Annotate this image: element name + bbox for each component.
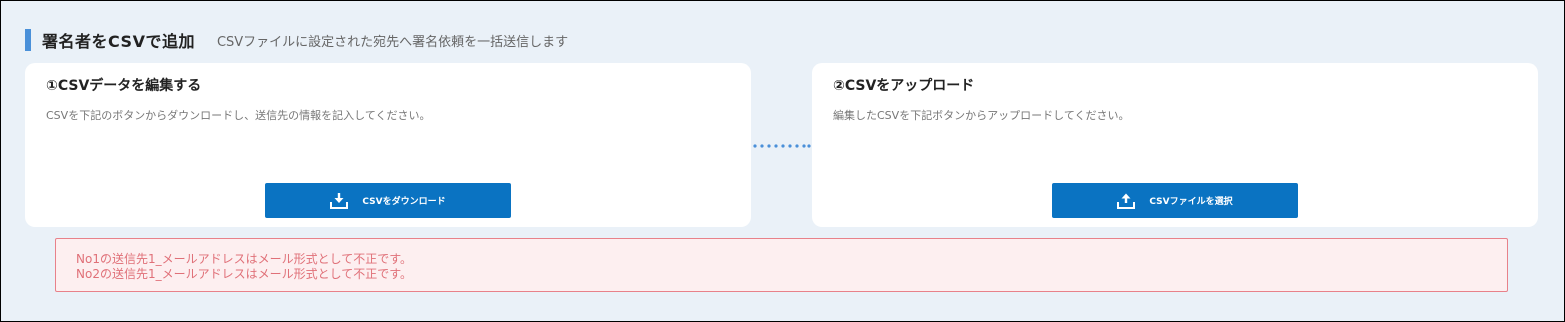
error-message: No2の送信先1_メールアドレスはメール形式として不正です。 [76,267,413,281]
step-description: CSVを下記のボタンからダウンロードし、送信先の情報を記入してください。 [46,109,431,122]
csv-download-button[interactable]: CSVをダウンロード [265,183,511,218]
csv-import-panel: 署名者をCSVで追加 CSVファイルに設定された宛先へ署名依頼を一括送信します … [0,0,1565,322]
csv-download-label: CSVをダウンロード [362,197,446,207]
error-message-box: No1の送信先1_メールアドレスはメール形式として不正です。 No2の送信先1_… [55,238,1508,292]
step-connector-dots [753,144,811,148]
section-accent-bar [25,29,31,51]
section-header: 署名者をCSVで追加 CSVファイルに設定された宛先へ署名依頼を一括送信します [25,29,568,51]
step-card-upload: ②CSVをアップロード 編集したCSVを下記ボタンからアップロードしてください。… [812,63,1538,227]
upload-icon [1117,193,1136,209]
step-title: ①CSVデータを編集する [46,78,202,94]
section-title: 署名者をCSVで追加 [42,32,195,51]
section-description: CSVファイルに設定された宛先へ署名依頼を一括送信します [216,34,569,50]
csv-file-select-label: CSVファイルを選択 [1149,197,1233,207]
step-card-edit: ①CSVデータを編集する CSVを下記のボタンからダウンロードし、送信先の情報を… [25,63,751,227]
step-title: ②CSVをアップロード [833,78,975,94]
csv-file-select-button[interactable]: CSVファイルを選択 [1052,183,1298,218]
step-description: 編集したCSVを下記ボタンからアップロードしてください。 [833,109,1130,122]
download-icon [330,192,349,209]
